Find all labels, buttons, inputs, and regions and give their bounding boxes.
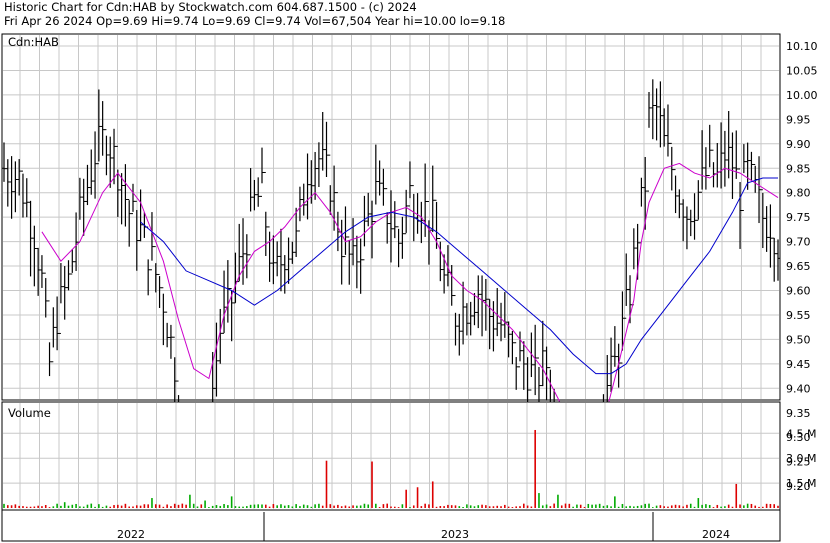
year-label: 2023 <box>441 528 469 541</box>
year-label: 2024 <box>702 528 730 541</box>
volume-panel: 4.5 M 3.0 M 1.5 M Volume <box>1 401 816 511</box>
price-tick-label: 9.55 <box>786 309 811 322</box>
volume-tick-label: 3.0 M <box>786 452 816 465</box>
price-axis-ticks: 10.10 10.05 10.00 9.95 9.90 9.85 9.80 9.75 9.70 9… <box>786 40 818 493</box>
year-label: 2022 <box>117 528 145 541</box>
price-tick-label: 9.85 <box>786 162 811 175</box>
price-tick-label: 9.70 <box>786 236 811 249</box>
price-tick-label: 10.00 <box>786 89 818 102</box>
price-tick-label: 9.60 <box>786 285 811 298</box>
price-tick-label: 9.40 <box>786 382 811 395</box>
price-tick-label: 9.65 <box>786 260 811 273</box>
price-tick-label: 10.05 <box>786 64 818 77</box>
stock-chart: 10.10 10.05 10.00 9.95 9.90 9.85 9.80 9.75 9.70 9… <box>1 33 818 542</box>
price-tick-label: 9.95 <box>786 113 811 126</box>
volume-tick-label: 1.5 M <box>786 477 816 490</box>
price-tick-label: 9.35 <box>786 407 811 420</box>
volume-label: Volume <box>8 406 51 420</box>
symbol-label: Cdn:HAB <box>8 35 59 49</box>
price-tick-label: 9.50 <box>786 333 811 346</box>
price-tick-label: 9.45 <box>786 358 811 371</box>
price-tick-label: 9.80 <box>786 187 811 200</box>
time-axis: 2022 2023 2024 <box>1 509 781 542</box>
price-tick-label: 9.90 <box>786 138 811 151</box>
price-tick-label: 9.75 <box>786 211 811 224</box>
volume-axis-ticks: 4.5 M 3.0 M 1.5 M <box>786 427 816 490</box>
volume-tick-label: 4.5 M <box>786 427 816 440</box>
price-tick-label: 10.10 <box>786 40 818 53</box>
